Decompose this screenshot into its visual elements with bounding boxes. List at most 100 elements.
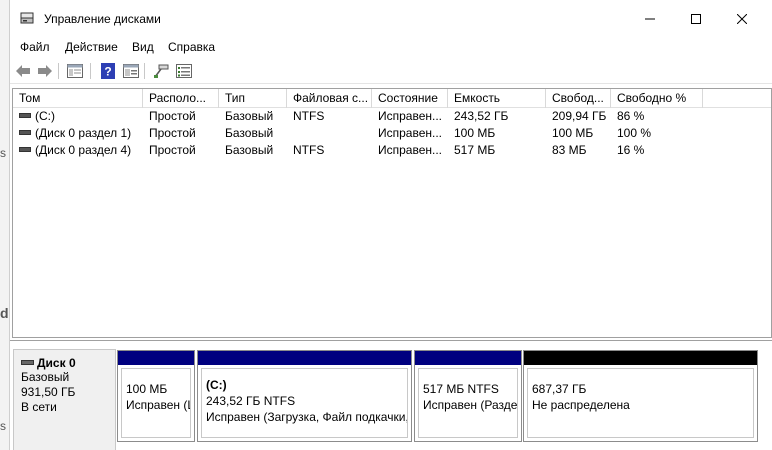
maximize-icon bbox=[691, 14, 701, 24]
column-header-layout[interactable]: Располо... bbox=[143, 89, 219, 108]
volume-row[interactable]: (Диск 0 раздел 4) Простой Базовый NTFS И… bbox=[13, 142, 771, 159]
forward-button[interactable] bbox=[36, 62, 54, 80]
background-text: s bbox=[0, 146, 6, 160]
disk-name: Диск 0 bbox=[37, 356, 76, 370]
cell-free-space: 83 МБ bbox=[552, 143, 587, 157]
partition-state: Исправен (Разде. bbox=[423, 398, 518, 412]
menu-action[interactable]: Действие bbox=[65, 40, 118, 54]
back-arrow-icon bbox=[16, 65, 30, 77]
partition-body: 100 МБ Исправен (Ш bbox=[121, 368, 191, 438]
cell-type: Базовый bbox=[225, 126, 274, 140]
disk-management-window: Управление дисками Файл Действие Вид Спр… bbox=[9, 0, 772, 450]
toolbar-separator bbox=[90, 63, 91, 79]
toolbar: ? bbox=[10, 58, 772, 84]
partition-size: 100 МБ bbox=[126, 382, 168, 396]
cell-free-percent: 100 % bbox=[617, 126, 652, 140]
unallocated-block[interactable]: 687,37 ГБ Не распределена bbox=[523, 350, 758, 442]
volume-icon bbox=[19, 147, 31, 153]
cell-layout: Простой bbox=[149, 109, 196, 123]
close-button[interactable] bbox=[719, 0, 765, 38]
back-button[interactable] bbox=[14, 62, 32, 80]
connect-button[interactable] bbox=[152, 62, 170, 80]
disk-management-app-icon bbox=[20, 12, 34, 24]
show-hide-console-tree-button[interactable] bbox=[66, 62, 84, 80]
column-header-capacity[interactable]: Емкость bbox=[448, 89, 546, 108]
background-text: s bbox=[0, 419, 6, 433]
partition-size: 243,52 ГБ NTFS bbox=[206, 394, 296, 408]
cell-volume: (Диск 0 раздел 4) bbox=[13, 142, 143, 159]
connect-icon bbox=[154, 64, 169, 78]
properties-icon bbox=[123, 64, 139, 78]
disk-icon bbox=[21, 360, 34, 366]
menu-file[interactable]: Файл bbox=[20, 40, 50, 54]
cell-free-space: 100 МБ bbox=[552, 126, 594, 140]
cell-free-space: 209,94 ГБ bbox=[552, 109, 607, 123]
cell-capacity: 517 МБ bbox=[454, 143, 496, 157]
volume-row[interactable]: (C:) Простой Базовый NTFS Исправен... 24… bbox=[13, 108, 771, 125]
column-header-type[interactable]: Тип bbox=[219, 89, 287, 108]
volume-icon bbox=[19, 113, 31, 119]
disk-status: В сети bbox=[21, 400, 57, 414]
disk-size: 931,50 ГБ bbox=[21, 385, 76, 399]
partition-color-bar bbox=[415, 351, 521, 365]
partition-color-bar bbox=[198, 351, 411, 365]
details-list-icon bbox=[176, 64, 192, 78]
column-header-free-percent[interactable]: Свободно % bbox=[611, 89, 703, 108]
column-header-free-space[interactable]: Свобод... bbox=[546, 89, 611, 108]
cell-type: Базовый bbox=[225, 143, 274, 157]
disk-info-panel[interactable]: Диск 0 Базовый 931,50 ГБ В сети bbox=[13, 349, 116, 450]
console-tree-icon bbox=[67, 64, 83, 78]
volume-icon bbox=[19, 130, 31, 136]
partition-body: 687,37 ГБ Не распределена bbox=[527, 368, 754, 438]
cell-status: Исправен... bbox=[378, 109, 443, 123]
toolbar-separator bbox=[144, 63, 145, 79]
menu-view[interactable]: Вид bbox=[132, 40, 154, 54]
partition-block[interactable]: 517 МБ NTFS Исправен (Разде. bbox=[414, 350, 522, 442]
column-header-file-system[interactable]: Файловая с... bbox=[287, 89, 372, 108]
partition-state: Исправен (Ш bbox=[126, 398, 190, 412]
cell-type: Базовый bbox=[225, 109, 274, 123]
partition-body: 517 МБ NTFS Исправен (Разде. bbox=[418, 368, 518, 438]
maximize-button[interactable] bbox=[673, 0, 719, 38]
partition-state: Исправен (Загрузка, Файл подкачки, bbox=[206, 410, 408, 424]
background-text: d bbox=[0, 305, 9, 321]
cell-layout: Простой bbox=[149, 143, 196, 157]
cell-free-percent: 16 % bbox=[617, 143, 645, 157]
volume-name: (C:) bbox=[35, 109, 55, 123]
volume-list[interactable]: Том Располо... Тип Файловая с... Состоян… bbox=[12, 88, 772, 338]
cell-file-system: NTFS bbox=[293, 143, 325, 157]
forward-arrow-icon bbox=[38, 65, 52, 77]
close-icon bbox=[737, 14, 747, 24]
help-button[interactable]: ? bbox=[99, 62, 117, 80]
cell-capacity: 243,52 ГБ bbox=[454, 109, 509, 123]
title-bar[interactable]: Управление дисками bbox=[10, 0, 772, 38]
properties-button[interactable] bbox=[122, 62, 140, 80]
cell-file-system: NTFS bbox=[293, 109, 325, 123]
window-title: Управление дисками bbox=[44, 12, 161, 26]
volume-name: (Диск 0 раздел 1) bbox=[35, 126, 132, 140]
partition-block[interactable]: 100 МБ Исправен (Ш bbox=[117, 350, 195, 442]
volume-row[interactable]: (Диск 0 раздел 1) Простой Базовый Исправ… bbox=[13, 125, 771, 142]
cell-file-system bbox=[287, 125, 372, 142]
minimize-button[interactable] bbox=[627, 0, 673, 38]
column-header-status[interactable]: Состояние bbox=[372, 89, 448, 108]
cell-volume: (C:) bbox=[13, 108, 143, 125]
cell-status: Исправен... bbox=[378, 126, 443, 140]
volume-list-header: Том Располо... Тип Файловая с... Состоян… bbox=[13, 89, 771, 108]
partition-size: 517 МБ NTFS bbox=[423, 382, 499, 396]
cell-layout: Простой bbox=[149, 126, 196, 140]
help-icon: ? bbox=[101, 63, 115, 79]
menu-help[interactable]: Справка bbox=[168, 40, 215, 54]
unallocated-color-bar bbox=[524, 351, 757, 365]
partition-body: (C:) 243,52 ГБ NTFS Исправен (Загрузка, … bbox=[201, 368, 408, 438]
column-header-volume[interactable]: Том bbox=[13, 89, 143, 108]
partition-block[interactable]: (C:) 243,52 ГБ NTFS Исправен (Загрузка, … bbox=[197, 350, 412, 442]
volume-name: (Диск 0 раздел 4) bbox=[35, 143, 132, 157]
menu-bar: Файл Действие Вид Справка bbox=[10, 38, 772, 58]
partition-title: (C:) bbox=[206, 378, 227, 392]
details-view-button[interactable] bbox=[175, 62, 193, 80]
cell-capacity: 100 МБ bbox=[454, 126, 496, 140]
partition-state: Не распределена bbox=[532, 398, 630, 412]
disk-type: Базовый bbox=[21, 370, 70, 384]
disk-graphical-view[interactable]: Диск 0 Базовый 931,50 ГБ В сети 100 МБ И… bbox=[10, 340, 772, 450]
